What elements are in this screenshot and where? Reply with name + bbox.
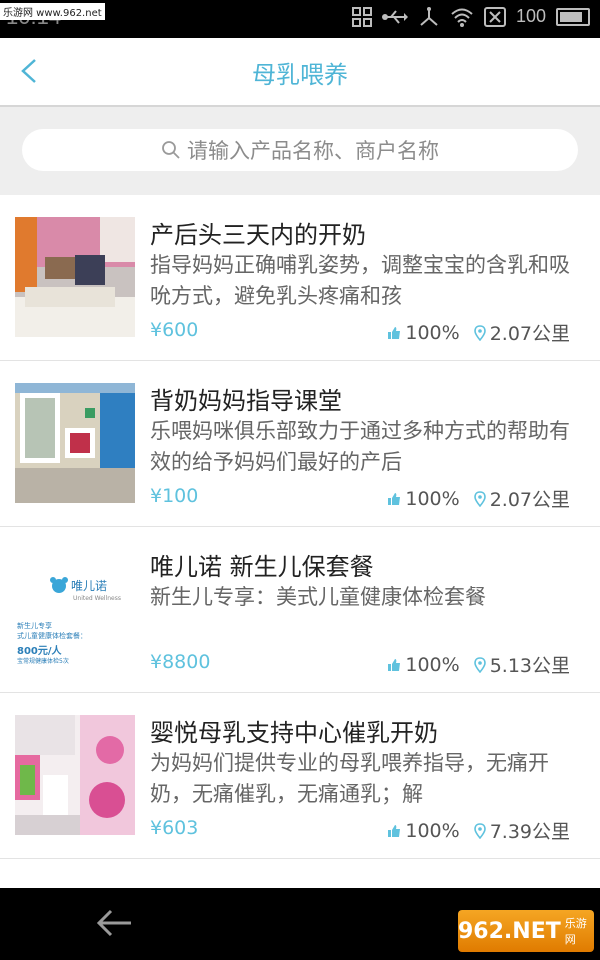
item-rating: 100%	[405, 487, 460, 510]
usb-icon	[381, 9, 408, 24]
wifi-icon	[451, 8, 473, 27]
item-thumbnail	[15, 217, 135, 337]
brand-watermark: 962.NET 乐游网	[458, 910, 594, 952]
item-price: ¥100	[150, 485, 199, 507]
item-price: ¥600	[150, 319, 199, 341]
item-rating: 100%	[405, 653, 460, 676]
item-meta: 100% 2.07公里	[387, 319, 570, 346]
thumbs-up-icon	[388, 658, 401, 671]
thumb-line-4: 宝常规健康体检5次	[17, 658, 69, 665]
battery-level: 100	[515, 6, 546, 26]
thumbs-up-icon	[388, 326, 401, 339]
search-area: 请输入产品名称、商户名称	[0, 107, 600, 195]
item-rating: 100%	[405, 819, 460, 842]
item-rating: 100%	[405, 321, 460, 344]
item-thumbnail	[15, 383, 135, 503]
item-description: 新生儿专享：美式儿童健康体检套餐	[150, 585, 486, 609]
item-description: 乐喂妈咪俱乐部致力于通过多种方式的帮助有效的给予妈妈们最好的产后	[150, 419, 570, 474]
location-pin-icon	[473, 490, 486, 507]
brand-subtext: 乐游网	[564, 917, 587, 946]
page-title: 母乳喂养	[252, 61, 348, 89]
thumb-logo-text: 唯儿诺	[71, 578, 108, 593]
item-thumbnail	[15, 715, 135, 835]
battery-icon	[556, 7, 590, 26]
location-pin-icon	[473, 324, 486, 341]
watermark-top: 乐游网 www.962.net	[0, 3, 105, 20]
status-bar: 10:14 乐游网 www.962.net	[0, 0, 600, 38]
list-item[interactable]: 产后头三天内的开奶 指导妈妈正确哺乳姿势，调整宝宝的含乳和吸吮方式，避免乳头疼痛…	[0, 195, 600, 361]
thumbs-up-icon	[388, 492, 401, 505]
thumb-logo-sub: United Wellness	[73, 595, 121, 602]
search-placeholder: 请输入产品名称、商户名称	[187, 139, 439, 163]
bear-logo-icon	[50, 577, 68, 593]
item-thumbnail: 唯儿诺 United Wellness 新生儿专享 式儿童健康体检套餐： 800…	[15, 549, 135, 669]
location-pin-icon	[473, 656, 486, 673]
item-meta: 100% 2.07公里	[387, 485, 570, 512]
item-distance: 2.07公里	[489, 489, 570, 511]
bottom-nav-bar: 962.NET 乐游网	[0, 888, 600, 960]
status-icons: 100	[351, 6, 590, 27]
item-distance: 5.13公里	[489, 655, 570, 677]
item-title: 婴悦母乳支持中心催乳开奶	[150, 719, 438, 747]
search-input[interactable]: 请输入产品名称、商户名称	[22, 129, 578, 171]
product-list: 产后头三天内的开奶 指导妈妈正确哺乳姿势，调整宝宝的含乳和吸吮方式，避免乳头疼痛…	[0, 195, 600, 859]
search-icon	[162, 141, 180, 159]
location-pin-icon	[473, 822, 486, 839]
item-title: 唯儿诺 新生儿保套餐	[150, 553, 374, 581]
list-item[interactable]: 婴悦母乳支持中心催乳开奶 为妈妈们提供专业的母乳喂养指导，无痛开奶，无痛催乳，无…	[0, 693, 600, 859]
item-distance: 2.07公里	[489, 323, 570, 345]
thumb-line-3: 800元/人	[17, 646, 62, 657]
thumb-line-1: 新生儿专享	[17, 622, 52, 630]
network-share-icon	[420, 6, 438, 26]
list-item[interactable]: 唯儿诺 United Wellness 新生儿专享 式儿童健康体检套餐： 800…	[0, 527, 600, 693]
header-bar: 母乳喂养	[0, 38, 600, 107]
item-price: ¥8800	[150, 651, 211, 673]
item-meta: 100% 5.13公里	[387, 651, 570, 678]
back-arrow-icon[interactable]	[95, 908, 133, 938]
item-description: 为妈妈们提供专业的母乳喂养指导，无痛开奶，无痛催乳，无痛通乳；解	[150, 751, 549, 806]
list-item[interactable]: 背奶妈妈指导课堂 乐喂妈咪俱乐部致力于通过多种方式的帮助有效的给予妈妈们最好的产…	[0, 361, 600, 527]
item-title: 背奶妈妈指导课堂	[150, 387, 342, 415]
thumb-line-2: 式儿童健康体检套餐：	[17, 632, 87, 640]
item-title: 产后头三天内的开奶	[150, 221, 366, 249]
item-distance: 7.39公里	[489, 821, 570, 843]
brand-text: 962.NET	[458, 918, 561, 944]
screenshot-icon	[351, 6, 372, 27]
thumbs-up-icon	[388, 824, 401, 837]
item-description: 指导妈妈正确哺乳姿势，调整宝宝的含乳和吸吮方式，避免乳头疼痛和孩	[150, 253, 570, 308]
item-meta: 100% 7.39公里	[387, 817, 570, 844]
no-sim-icon	[483, 6, 506, 27]
item-price: ¥603	[150, 817, 199, 839]
